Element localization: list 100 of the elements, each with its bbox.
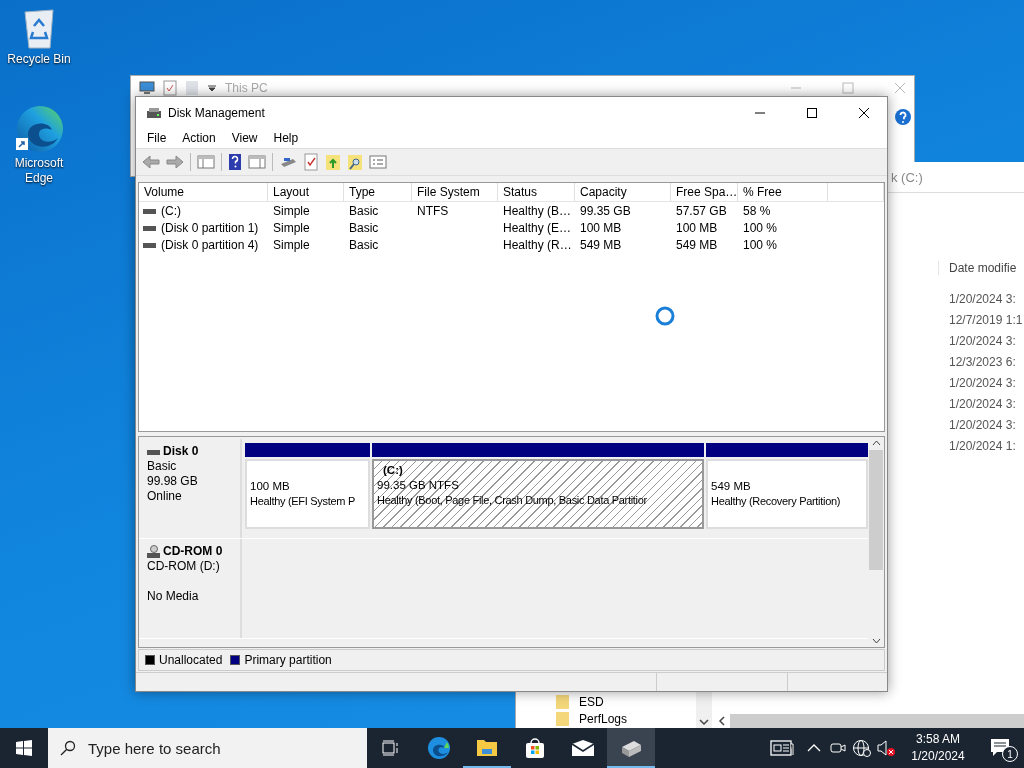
clock[interactable]: 3:58 AM 1/20/2024 bbox=[898, 731, 978, 765]
column-header[interactable]: Status bbox=[498, 183, 575, 201]
table-cell: 100 % bbox=[743, 237, 778, 252]
table-cell: Healthy (B… bbox=[503, 203, 572, 218]
column-header[interactable]: Type bbox=[344, 183, 412, 201]
menu-item[interactable]: View bbox=[223, 131, 266, 145]
edge-icon bbox=[427, 736, 451, 760]
table-cell: (Disk 0 partition 4) bbox=[161, 237, 259, 252]
forward-arrow-icon[interactable] bbox=[166, 154, 184, 170]
loading-spinner-icon bbox=[654, 305, 676, 327]
back-arrow-icon[interactable] bbox=[142, 154, 160, 170]
partition-label: (C:) bbox=[382, 463, 404, 478]
close-icon bbox=[858, 106, 870, 119]
column-header[interactable]: Layout bbox=[268, 183, 344, 201]
table-cell: Basic bbox=[349, 220, 379, 235]
maximize-icon bbox=[806, 106, 818, 119]
window-title: Disk Management bbox=[168, 105, 265, 120]
taskbar-button[interactable] bbox=[607, 728, 655, 768]
partition-status: Healthy (EFI System P bbox=[250, 494, 356, 509]
desktop-icon-label: Recycle Bin bbox=[6, 52, 72, 67]
help-icon[interactable] bbox=[894, 108, 912, 126]
column-header[interactable]: Capacity bbox=[575, 183, 671, 201]
envelope-icon bbox=[571, 739, 595, 757]
drive-icon bbox=[143, 223, 157, 232]
table-cell-text: 1/20/2024 3: bbox=[949, 291, 1017, 307]
table-cell: Basic bbox=[349, 237, 379, 252]
menu-item[interactable]: Help bbox=[265, 131, 307, 145]
clock-time: 3:58 AM bbox=[916, 731, 960, 748]
partition-size: 99.35 GB NTFS bbox=[377, 478, 460, 493]
disk-info: CD-ROM (D:) bbox=[147, 559, 221, 574]
help-book-icon[interactable] bbox=[228, 153, 242, 171]
table-cell: 57.57 GB bbox=[676, 203, 727, 218]
column-header[interactable]: Date modifie bbox=[938, 261, 1017, 275]
folder-item[interactable]: PerfLogs bbox=[579, 711, 628, 726]
column-header[interactable]: Free Spa… bbox=[671, 183, 738, 201]
window-title: This PC bbox=[225, 81, 268, 95]
chevron-down-icon[interactable] bbox=[699, 718, 709, 726]
disk-info: Basic bbox=[147, 459, 178, 474]
disk-info: Online bbox=[147, 489, 183, 504]
column-header[interactable]: File System bbox=[412, 183, 498, 201]
table-cell-text: 1/20/2024 3: bbox=[949, 396, 1017, 412]
clock-date: 1/20/2024 bbox=[911, 748, 965, 765]
table-cell: NTFS bbox=[417, 203, 449, 218]
folder-item[interactable]: ESD bbox=[579, 694, 604, 709]
table-cell: 100 MB bbox=[580, 220, 622, 235]
notification-count-badge: 1 bbox=[1002, 746, 1018, 762]
chevron-left-icon[interactable] bbox=[718, 716, 726, 726]
chevron-up-icon[interactable] bbox=[871, 440, 881, 446]
partition-block[interactable]: (C:) 99.35 GB NTFS Healthy (Boot, Page File, Crash Dump, Basic Data Partitior bbox=[372, 459, 704, 529]
table-cell: Basic bbox=[349, 203, 379, 218]
folder-search-icon[interactable] bbox=[347, 153, 363, 171]
cd-drive-icon bbox=[147, 545, 161, 558]
table-cell: Simple bbox=[273, 237, 310, 252]
window-title: k (C:) bbox=[891, 169, 923, 185]
table-cell: 100 % bbox=[743, 220, 778, 235]
disk-info: 99.98 GB bbox=[147, 474, 199, 489]
table-cell: Simple bbox=[273, 220, 310, 235]
table-cell: 100 MB bbox=[676, 220, 718, 235]
table-cell: Simple bbox=[273, 203, 310, 218]
dropdown-icon[interactable] bbox=[207, 83, 217, 93]
table-cell: Healthy (R… bbox=[503, 237, 572, 252]
scrollbar-thumb[interactable] bbox=[869, 450, 883, 570]
table-cell-text: 1/20/2024 3: bbox=[949, 375, 1017, 391]
table-cell: 549 MB bbox=[580, 237, 622, 252]
chevron-down-icon[interactable] bbox=[871, 638, 881, 644]
partition-status: Healthy (Boot, Page File, Crash Dump, Basic Data Partitior bbox=[377, 493, 648, 508]
news-icon bbox=[770, 740, 794, 756]
partition-size: 549 MB bbox=[711, 479, 752, 494]
legend-label: Primary partition bbox=[244, 653, 332, 667]
task-view-icon bbox=[382, 740, 400, 756]
disk-name: Disk 0 bbox=[163, 444, 199, 459]
partition-block[interactable]: 549 MB Healthy (Recovery Partition) bbox=[706, 459, 868, 529]
disk-name: CD-ROM 0 bbox=[163, 544, 223, 559]
folder-up-icon[interactable] bbox=[325, 153, 341, 171]
menu-item[interactable]: Action bbox=[174, 131, 224, 145]
table-cell: (Disk 0 partition 1) bbox=[161, 220, 259, 235]
windows-logo-icon bbox=[16, 740, 32, 756]
partition-block[interactable]: 100 MB Healthy (EFI System P bbox=[245, 459, 370, 529]
disk-info: No Media bbox=[147, 589, 200, 604]
column-header[interactable]: Volume bbox=[139, 183, 268, 201]
table-cell: Healthy (E… bbox=[503, 220, 572, 235]
table-cell-text: 1/20/2024 1: bbox=[949, 438, 1017, 454]
table-cell: (C:) bbox=[161, 203, 181, 218]
search-icon bbox=[60, 740, 76, 756]
table-cell: 12/7/2019 1:1 bbox=[949, 312, 1024, 328]
edge-icon[interactable] bbox=[14, 104, 64, 154]
checklist-icon[interactable] bbox=[303, 153, 319, 171]
column-header[interactable]: % Free bbox=[738, 183, 828, 201]
desktop-icon-label: Microsoft Edge bbox=[13, 156, 65, 186]
computer-icon bbox=[139, 81, 155, 95]
table-cell: 58 % bbox=[743, 203, 771, 218]
disk-drive-icon bbox=[146, 105, 162, 120]
menu-item[interactable]: File bbox=[139, 131, 175, 145]
drive-icon bbox=[147, 447, 161, 456]
legend-label: Unallocated bbox=[159, 653, 223, 667]
shopping-bag-icon bbox=[524, 737, 546, 759]
partition-size: 100 MB bbox=[250, 479, 291, 494]
scrollbar[interactable] bbox=[696, 692, 712, 728]
search-field[interactable]: Type here to search bbox=[48, 728, 367, 768]
table-cell: 99.35 GB bbox=[580, 203, 631, 218]
